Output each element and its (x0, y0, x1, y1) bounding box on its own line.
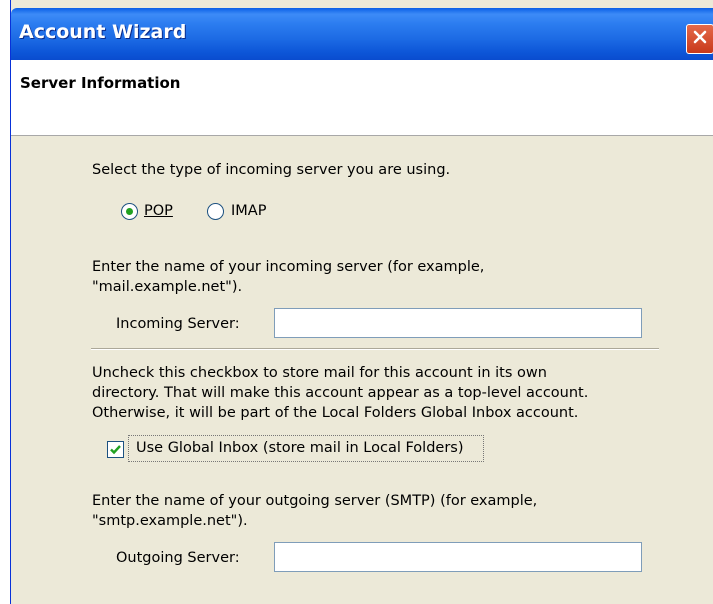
global-inbox-checkbox-label[interactable]: Use Global Inbox (store mail in Local Fo… (128, 435, 484, 462)
radio-selected-dot-icon (126, 208, 133, 215)
page-title: Server Information (20, 74, 181, 92)
global-inbox-description-line1: Uncheck this checkbox to store mail for … (92, 365, 547, 381)
incoming-server-label: Incoming Server: (116, 316, 240, 332)
window-title: Account Wizard (19, 21, 187, 43)
pop-radio[interactable] (121, 203, 138, 220)
server-type-prompt: Select the type of incoming server you a… (92, 162, 451, 178)
outgoing-server-description-line1: Enter the name of your outgoing server (… (92, 493, 538, 509)
section-divider (91, 348, 659, 350)
incoming-server-description-line2: "mail.example.net"). (92, 279, 243, 295)
global-inbox-description-line2: directory. That will make this account a… (92, 385, 589, 401)
page-header: Server Information (11, 60, 713, 136)
outgoing-server-description-line2: "smtp.example.net"). (92, 513, 248, 529)
close-button[interactable] (686, 24, 713, 54)
account-wizard-window: Account Wizard Server Information Select… (10, 0, 713, 604)
global-inbox-description-line3: Otherwise, it will be part of the Local … (92, 405, 579, 421)
incoming-server-input[interactable] (274, 308, 642, 338)
outgoing-server-label: Outgoing Server: (116, 550, 240, 566)
outgoing-server-input[interactable] (274, 542, 642, 572)
pop-radio-label[interactable]: POP (144, 203, 173, 219)
title-bar[interactable]: Account Wizard (11, 8, 713, 60)
close-x-icon (692, 29, 708, 49)
imap-radio-label[interactable]: IMAP (231, 203, 266, 219)
imap-radio[interactable] (207, 203, 224, 220)
incoming-server-description-line1: Enter the name of your incoming server (… (92, 259, 485, 275)
global-inbox-checkbox[interactable] (107, 441, 124, 458)
